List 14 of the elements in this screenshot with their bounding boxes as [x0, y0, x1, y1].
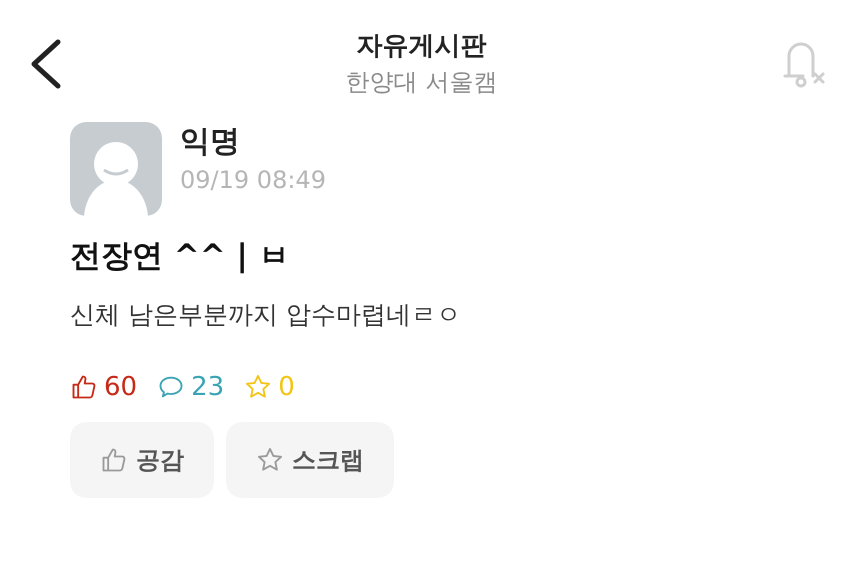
author-name: 익명 [180, 123, 241, 161]
post-title: 전장연 ^^ | ㅂ [70, 237, 291, 276]
post-time: 09/19 08:49 [180, 165, 326, 196]
thumbs-up-icon [70, 373, 98, 401]
count-label: 23 [191, 371, 224, 404]
count-label: 60 [104, 371, 138, 404]
board-title: 자유게시판 [356, 30, 486, 63]
post-body: 신체 남은부분까지 압수마렵네ㄹㅇ [70, 299, 462, 331]
scrap-button[interactable]: 스크랩 [226, 422, 394, 498]
thumbs-up-icon [100, 446, 128, 474]
board-subtitle: 한양대 서울캠 [346, 67, 498, 98]
like-button[interactable]: 공감 [70, 422, 214, 498]
count-label: 0 [278, 371, 295, 404]
avatar-icon [70, 122, 162, 216]
